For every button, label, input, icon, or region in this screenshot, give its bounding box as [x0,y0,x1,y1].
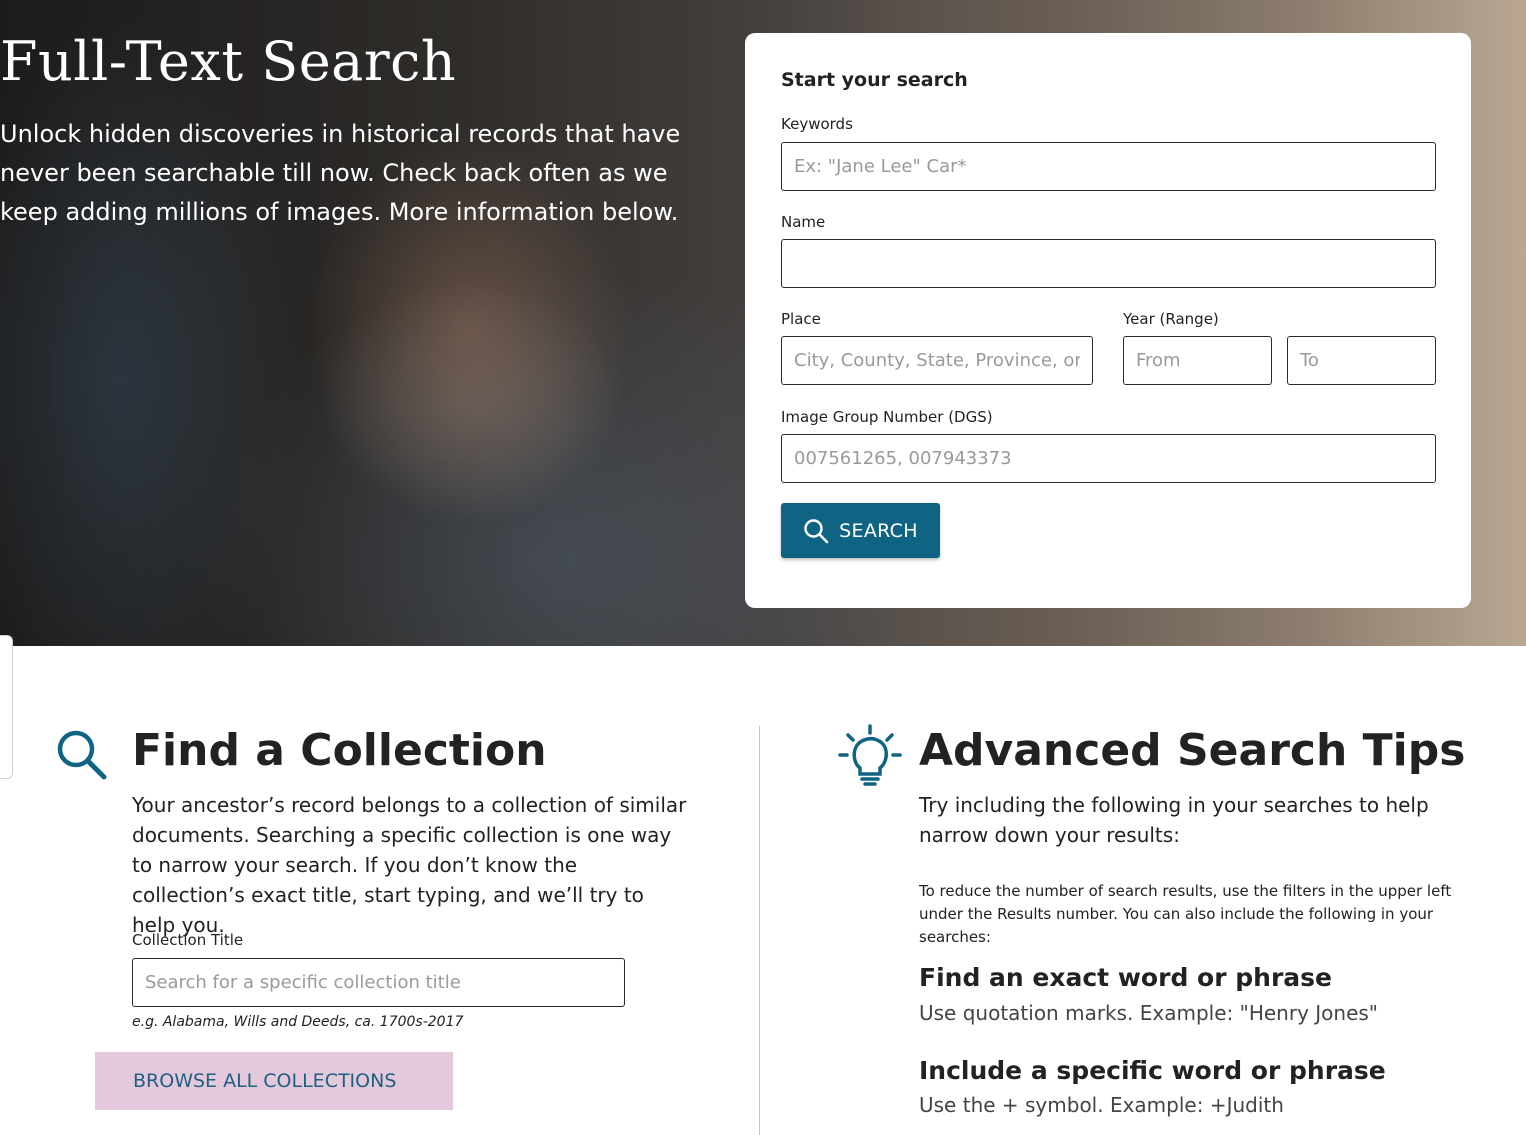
lightbulb-icon [838,724,902,786]
search-icon [57,730,107,780]
place-label: Place [781,310,821,328]
browse-all-collections-button[interactable]: BROWSE ALL COLLECTIONS [95,1052,453,1110]
tip-text: Use quotation marks. Example: "Henry Jon… [919,1001,1379,1025]
year-range-label: Year (Range) [1123,310,1219,328]
hero-banner: Full-Text Search Unlock hidden discoveri… [0,0,1526,646]
year-from-input[interactable] [1123,336,1272,385]
search-form-card: Start your search Keywords Name Place Ye… [745,33,1471,608]
search-form-title: Start your search [781,69,968,91]
dgs-label: Image Group Number (DGS) [781,408,993,426]
search-icon [804,518,829,543]
section-divider [759,726,760,1135]
search-button[interactable]: SEARCH [781,503,940,558]
search-button-label: SEARCH [839,519,918,542]
page-title: Full-Text Search [0,30,457,93]
find-collection-title: Find a Collection [132,725,547,776]
side-feedback-tab[interactable] [0,635,13,779]
name-input[interactable] [781,239,1436,288]
collection-example-hint: e.g. Alabama, Wills and Deeds, ca. 1700s… [132,1014,464,1030]
hero-description: Unlock hidden discoveries in historical … [0,120,681,226]
name-label: Name [781,213,826,231]
collection-title-label: Collection Title [132,931,244,949]
search-tips-detail: To reduce the number of search results, … [919,882,1452,946]
find-collection-description: Your ancestor’s record belongs to a coll… [132,793,687,937]
tip-text: Use the + symbol. Example: +Judith [919,1093,1284,1117]
collection-title-input[interactable] [132,958,625,1007]
keywords-label: Keywords [781,115,853,133]
year-to-input[interactable] [1287,336,1436,385]
tip-title: Include a specific word or phrase [919,1056,1386,1085]
search-tips-title: Advanced Search Tips [919,725,1466,776]
place-input[interactable] [781,336,1093,385]
keywords-input[interactable] [781,142,1436,191]
dgs-input[interactable] [781,434,1436,483]
tip-title: Find an exact word or phrase [919,963,1332,992]
search-tips-intro: Try including the following in your sear… [919,793,1429,847]
